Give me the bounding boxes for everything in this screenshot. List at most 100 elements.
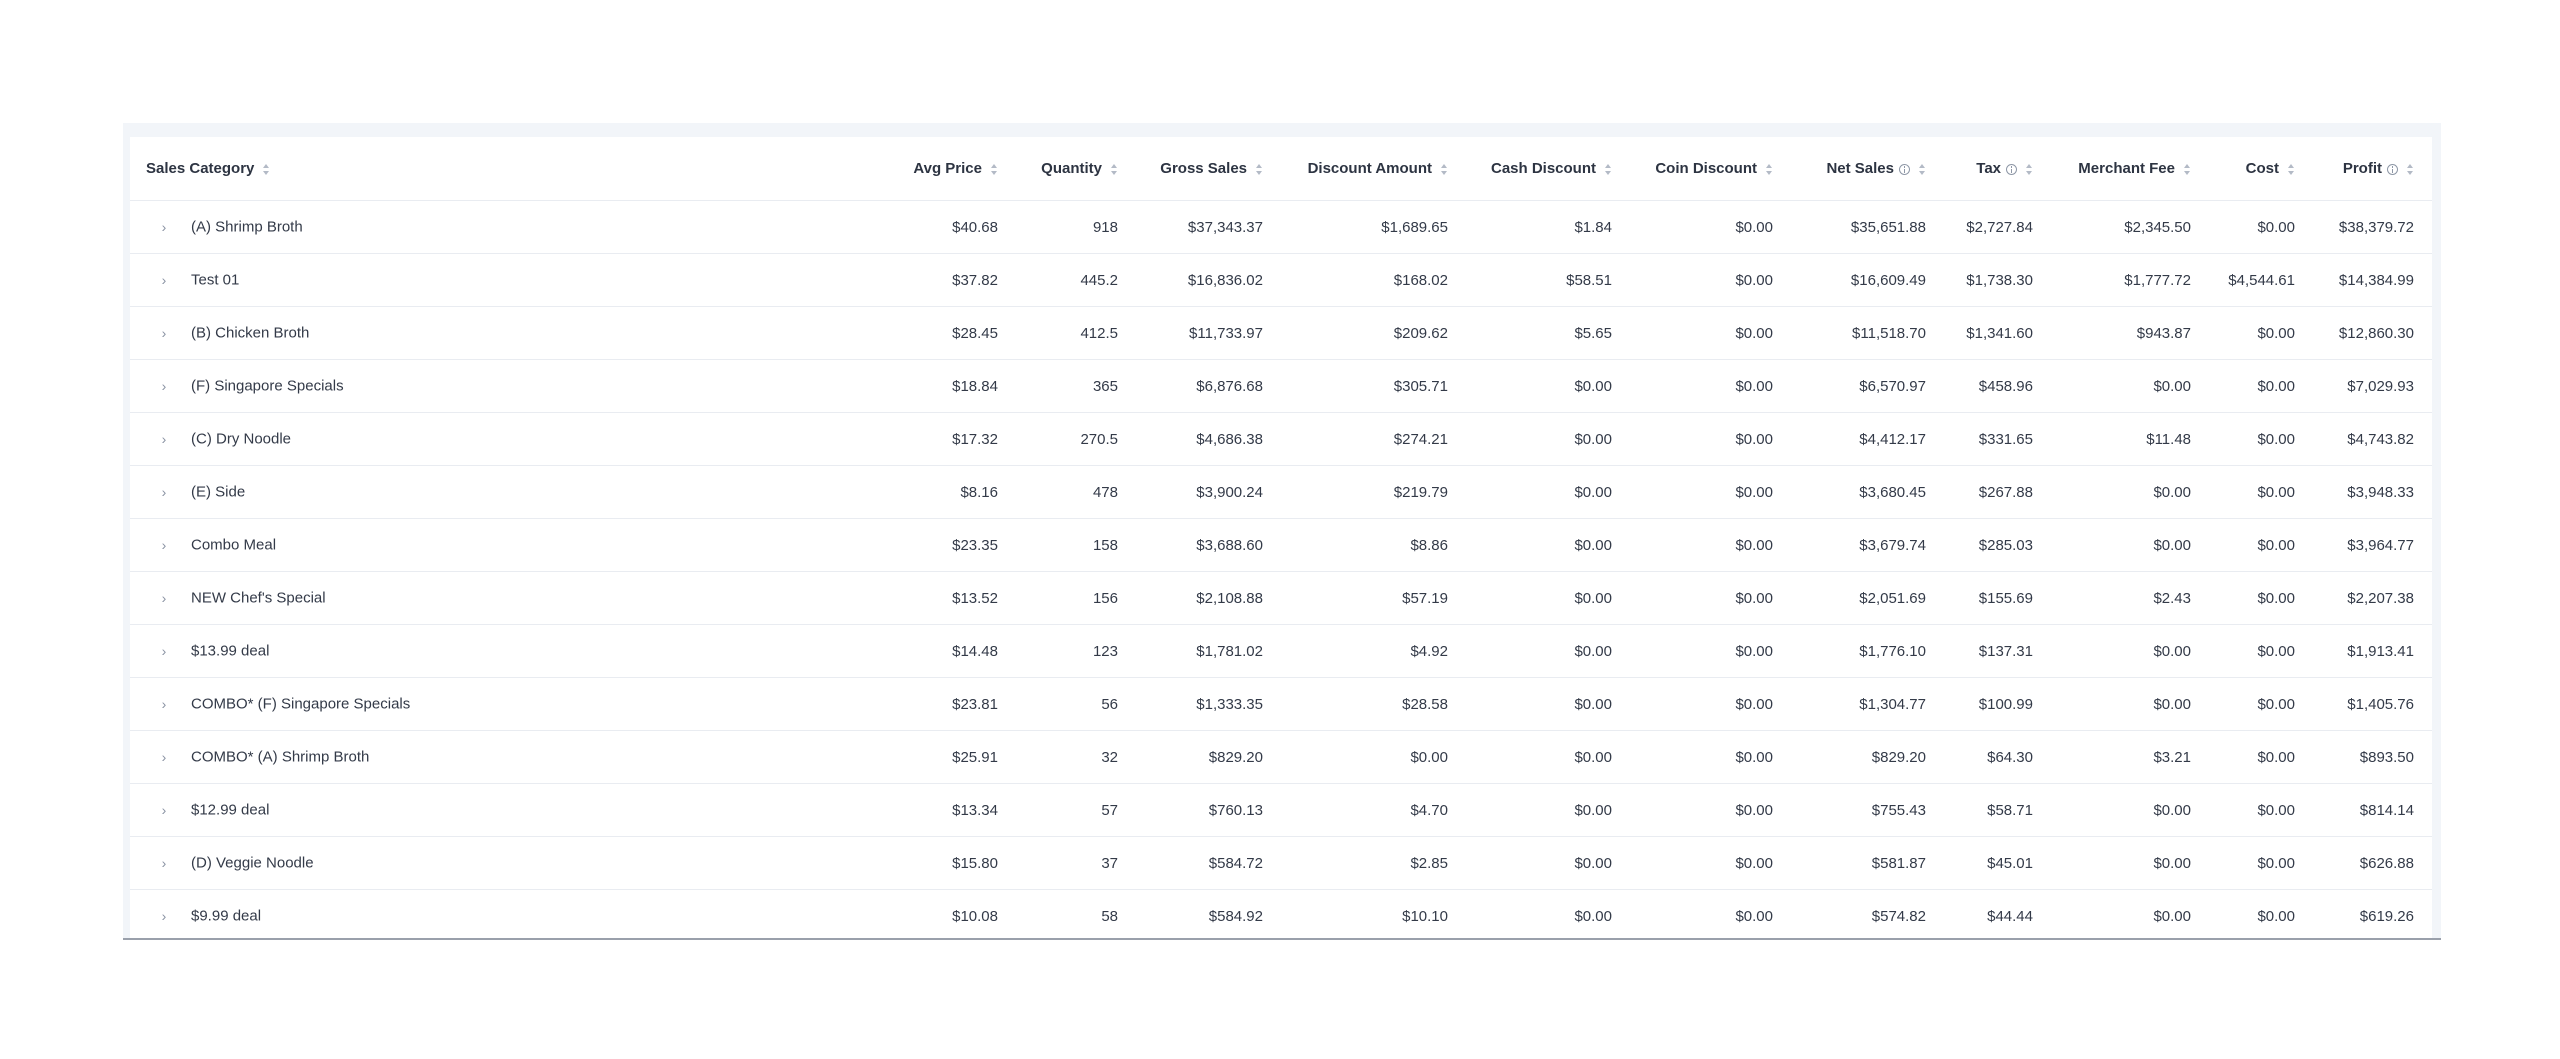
chevron-right-icon[interactable]: ›	[157, 591, 171, 605]
cell-discount-amount: $10.10	[1281, 889, 1466, 938]
column-header-label: Tax	[1976, 160, 2001, 177]
cell-category: › Combo Meal	[130, 518, 896, 572]
table-row[interactable]: › (F) Singapore Specials $18.84 365 $6,876.6…	[130, 359, 2432, 413]
cell-coin-discount: $0.00	[1630, 677, 1791, 731]
column-header-label: Sales Category	[146, 160, 255, 177]
cell-tax: $44.44	[1944, 889, 2051, 938]
column-header-avg-price[interactable]: Avg Price	[896, 137, 1016, 201]
cell-cash-discount: $0.00	[1466, 836, 1630, 890]
chevron-right-icon[interactable]: ›	[157, 273, 171, 287]
column-header-merchant-fee[interactable]: Merchant Fee	[2051, 137, 2209, 201]
cell-net-sales: $1,776.10	[1791, 624, 1944, 678]
cell-avg-price: $14.48	[896, 624, 1016, 678]
cell-avg-price: $28.45	[896, 306, 1016, 360]
sort-icon[interactable]	[1110, 163, 1118, 176]
cell-tax: $1,341.60	[1944, 306, 2051, 360]
cell-profit: $3,948.33	[2313, 465, 2432, 519]
sort-icon[interactable]	[2406, 163, 2414, 176]
sort-icon[interactable]	[1918, 163, 1926, 176]
cell-quantity: 918	[1016, 200, 1136, 254]
sales-table-container[interactable]: Sales Category Avg Price Quantity Gross Sal…	[130, 137, 2432, 938]
table-row[interactable]: › Test 01 $37.82 445.2 $16,836.02 $168.02 $58.…	[130, 253, 2432, 307]
cell-coin-discount: $0.00	[1630, 412, 1791, 466]
cell-net-sales: $4,412.17	[1791, 412, 1944, 466]
column-header-profit[interactable]: Profit	[2313, 137, 2432, 201]
cell-avg-price: $13.52	[896, 571, 1016, 625]
cell-cost: $0.00	[2209, 889, 2313, 938]
sort-icon[interactable]	[2287, 163, 2295, 176]
cell-merchant-fee: $0.00	[2051, 783, 2209, 837]
info-icon[interactable]	[1899, 163, 1910, 175]
chevron-right-icon[interactable]: ›	[157, 220, 171, 234]
table-row[interactable]: › COMBO* (F) Singapore Specials $23.81 56 $1…	[130, 677, 2432, 731]
column-header-coin-discount[interactable]: Coin Discount	[1630, 137, 1791, 201]
sort-icon[interactable]	[2025, 163, 2033, 176]
column-header-cost[interactable]: Cost	[2209, 137, 2313, 201]
column-header-discount-amount[interactable]: Discount Amount	[1281, 137, 1466, 201]
info-icon[interactable]	[2387, 163, 2398, 175]
sort-icon[interactable]	[262, 163, 270, 176]
column-header-gross-sales[interactable]: Gross Sales	[1136, 137, 1281, 201]
cell-net-sales: $574.82	[1791, 889, 1944, 938]
table-row[interactable]: › (A) Shrimp Broth $40.68 918 $37,343.37 $1,6…	[130, 200, 2432, 254]
cell-tax: $58.71	[1944, 783, 2051, 837]
sort-icon[interactable]	[1604, 163, 1612, 176]
chevron-right-icon[interactable]: ›	[157, 432, 171, 446]
table-row[interactable]: › COMBO* (A) Shrimp Broth $25.91 32 $829.20 $…	[130, 730, 2432, 784]
cell-avg-price: $8.16	[896, 465, 1016, 519]
sort-icon[interactable]	[2183, 163, 2191, 176]
chevron-right-icon[interactable]: ›	[157, 538, 171, 552]
cell-gross-sales: $584.72	[1136, 836, 1281, 890]
cell-cash-discount: $0.00	[1466, 465, 1630, 519]
sort-icon[interactable]	[990, 163, 998, 176]
cell-coin-discount: $0.00	[1630, 624, 1791, 678]
sort-icon[interactable]	[1440, 163, 1448, 176]
column-header-net-sales[interactable]: Net Sales	[1791, 137, 1944, 201]
info-icon[interactable]	[2006, 163, 2017, 175]
chevron-right-icon[interactable]: ›	[157, 909, 171, 923]
cell-gross-sales: $6,876.68	[1136, 359, 1281, 413]
cell-avg-price: $15.80	[896, 836, 1016, 890]
table-row[interactable]: › NEW Chef's Special $13.52 156 $2,108.88 $57…	[130, 571, 2432, 625]
table-row[interactable]: › (D) Veggie Noodle $15.80 37 $584.72 $2.85 $0…	[130, 836, 2432, 890]
cell-discount-amount: $8.86	[1281, 518, 1466, 572]
chevron-right-icon[interactable]: ›	[157, 326, 171, 340]
chevron-right-icon[interactable]: ›	[157, 644, 171, 658]
table-row[interactable]: › $9.99 deal $10.08 58 $584.92 $10.10 $0.00 $0.…	[130, 889, 2432, 938]
table-row[interactable]: › (B) Chicken Broth $28.45 412.5 $11,733.97 $…	[130, 306, 2432, 360]
table-row[interactable]: › $12.99 deal $13.34 57 $760.13 $4.70 $0.00 $0.…	[130, 783, 2432, 837]
cell-profit: $814.14	[2313, 783, 2432, 837]
cell-net-sales: $3,679.74	[1791, 518, 1944, 572]
sort-icon[interactable]	[1765, 163, 1773, 176]
chevron-right-icon[interactable]: ›	[157, 485, 171, 499]
chevron-right-icon[interactable]: ›	[157, 803, 171, 817]
cell-avg-price: $37.82	[896, 253, 1016, 307]
column-header-tax[interactable]: Tax	[1944, 137, 2051, 201]
cell-quantity: 32	[1016, 730, 1136, 784]
column-header-quantity[interactable]: Quantity	[1016, 137, 1136, 201]
column-header-category[interactable]: Sales Category	[130, 137, 896, 201]
chevron-right-icon[interactable]: ›	[157, 856, 171, 870]
cell-net-sales: $755.43	[1791, 783, 1944, 837]
cell-merchant-fee: $3.21	[2051, 730, 2209, 784]
cell-merchant-fee: $0.00	[2051, 889, 2209, 938]
column-header-cash-discount[interactable]: Cash Discount	[1466, 137, 1630, 201]
cell-category: › $13.99 deal	[130, 624, 896, 678]
table-row[interactable]: › (E) Side $8.16 478 $3,900.24 $219.79 $0.00 $0…	[130, 465, 2432, 519]
cell-net-sales: $6,570.97	[1791, 359, 1944, 413]
cell-quantity: 412.5	[1016, 306, 1136, 360]
cell-avg-price: $25.91	[896, 730, 1016, 784]
cell-category: › (D) Veggie Noodle	[130, 836, 896, 890]
table-row[interactable]: › (C) Dry Noodle $17.32 270.5 $4,686.38 $274.…	[130, 412, 2432, 466]
table-row[interactable]: › $13.99 deal $14.48 123 $1,781.02 $4.92 $0.00…	[130, 624, 2432, 678]
category-label: Test 01	[191, 271, 240, 289]
cell-quantity: 123	[1016, 624, 1136, 678]
chevron-right-icon[interactable]: ›	[157, 379, 171, 393]
table-row[interactable]: › Combo Meal $23.35 158 $3,688.60 $8.86 $0.00 $…	[130, 518, 2432, 572]
table-header-row: Sales Category Avg Price Quantity Gross Sal…	[130, 137, 2432, 201]
chevron-right-icon[interactable]: ›	[157, 750, 171, 764]
sort-icon[interactable]	[1255, 163, 1263, 176]
chevron-right-icon[interactable]: ›	[157, 697, 171, 711]
cell-gross-sales: $584.92	[1136, 889, 1281, 938]
cell-merchant-fee: $943.87	[2051, 306, 2209, 360]
